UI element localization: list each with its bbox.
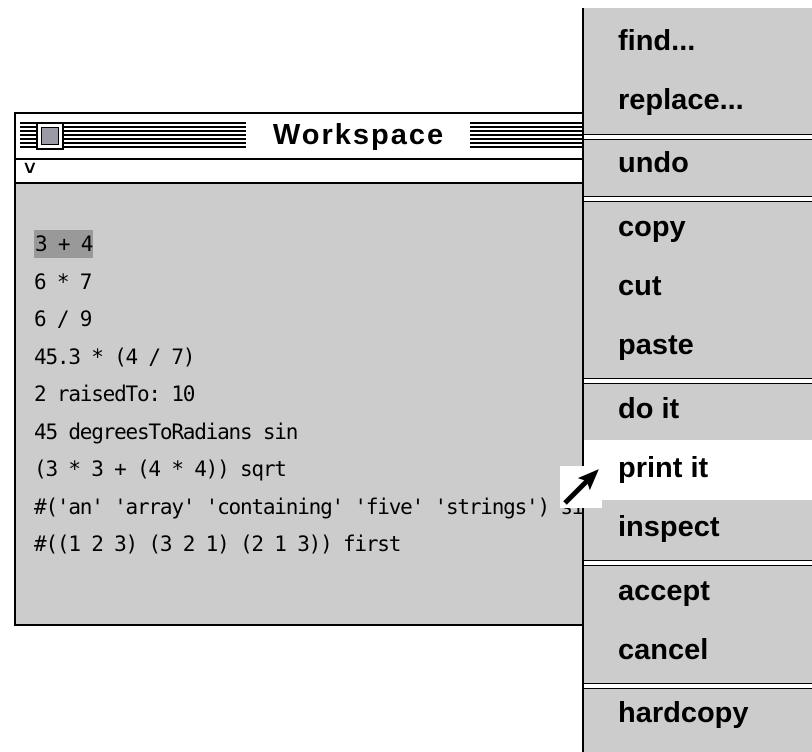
workspace-text-pane[interactable]: 3 + 4 6 * 7 6 / 9 45.3 * (4 / 7) 2 raise… xyxy=(34,226,612,564)
close-box-icon[interactable] xyxy=(36,122,64,150)
menu-item-accept[interactable]: accept xyxy=(618,574,710,608)
title-bar[interactable]: Workspace xyxy=(16,114,612,160)
context-menu: find... replace... undo copy cut paste d… xyxy=(582,8,812,752)
code-line[interactable]: 2 raisedTo: 10 xyxy=(34,376,612,414)
menu-item-do-it[interactable]: do it xyxy=(618,392,679,426)
menu-item-hardcopy[interactable]: hardcopy xyxy=(618,696,749,730)
pane-menu-bar[interactable]: ˅ xyxy=(16,158,612,184)
menu-separator xyxy=(584,134,812,140)
code-line[interactable]: 6 * 7 xyxy=(34,264,612,302)
menu-item-cut[interactable]: cut xyxy=(618,269,662,303)
code-line[interactable]: #('an' 'array' 'containing' 'five' 'stri… xyxy=(34,489,612,527)
menu-item-copy[interactable]: copy xyxy=(618,210,686,244)
menu-item-cancel[interactable]: cancel xyxy=(618,633,708,667)
menu-item-replace[interactable]: replace... xyxy=(618,83,744,117)
menu-item-paste[interactable]: paste xyxy=(618,328,694,362)
menu-item-undo[interactable]: undo xyxy=(618,146,689,180)
code-line-selected[interactable]: 3 + 4 xyxy=(34,226,612,264)
menu-separator xyxy=(584,683,812,689)
chevron-down-icon[interactable]: ˅ xyxy=(24,158,36,180)
menu-separator xyxy=(584,196,812,202)
code-line[interactable]: #((1 2 3) (3 2 1) (2 1 3)) first xyxy=(34,526,612,564)
code-line[interactable]: (3 * 3 + (4 * 4)) sqrt xyxy=(34,451,612,489)
menu-item-find[interactable]: find... xyxy=(618,24,695,58)
menu-separator xyxy=(584,378,812,384)
code-line[interactable]: 45.3 * (4 / 7) xyxy=(34,339,612,377)
menu-item-inspect[interactable]: inspect xyxy=(618,510,720,544)
code-line[interactable]: 6 / 9 xyxy=(34,301,612,339)
menu-item-print-it[interactable]: print it xyxy=(618,451,708,485)
menu-separator xyxy=(584,560,812,566)
arrow-cursor-icon xyxy=(560,466,602,508)
workspace-window: Workspace ˅ 3 + 4 6 * 7 6 / 9 45.3 * (4 … xyxy=(14,112,614,626)
code-line[interactable]: 45 degreesToRadians sin xyxy=(34,414,612,452)
window-title: Workspace xyxy=(252,118,466,152)
